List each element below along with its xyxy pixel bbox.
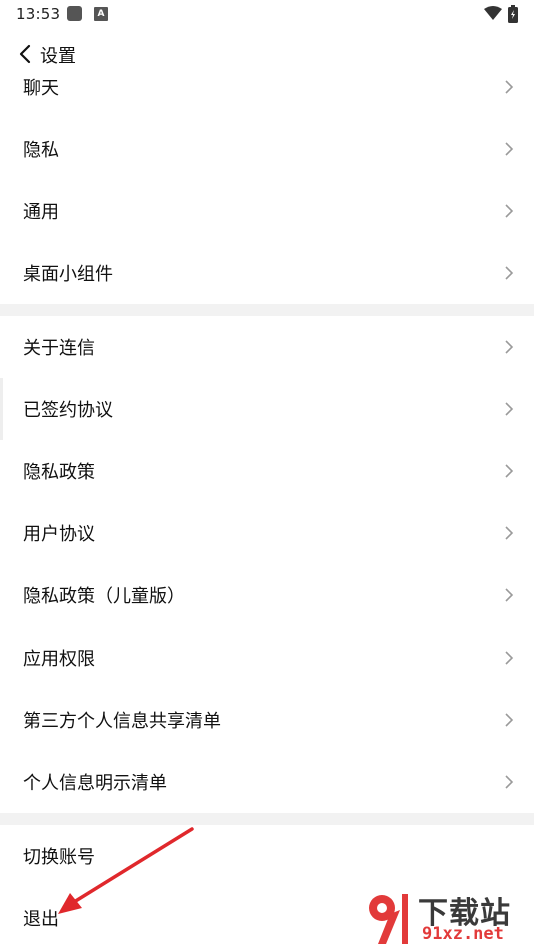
chevron-right-icon — [505, 775, 514, 789]
chevron-right-icon — [505, 142, 514, 156]
watermark-logo-icon — [369, 894, 408, 944]
settings-item-user-agreement[interactable]: 用户协议 — [0, 502, 534, 564]
chevron-right-icon — [505, 651, 514, 665]
chevron-right-icon — [505, 402, 514, 416]
settings-item-privacy-policy-children[interactable]: 隐私政策（儿童版） — [0, 564, 534, 626]
settings-item-label: 隐私 — [23, 140, 59, 161]
settings-item-label: 聊天 — [23, 78, 59, 99]
watermark-sub-text: 91xz.net — [422, 924, 504, 944]
switch-account-button[interactable]: 切换账号 — [0, 825, 534, 887]
settings-item-widgets[interactable]: 桌面小组件 — [0, 242, 534, 304]
settings-item-signed-agreements[interactable]: 已签约协议 — [0, 378, 534, 440]
settings-item-privacy[interactable]: 隐私 — [0, 118, 534, 180]
settings-item-privacy-policy[interactable]: 隐私政策 — [0, 440, 534, 502]
chevron-right-icon — [505, 713, 514, 727]
notification-app-icon — [67, 6, 82, 21]
settings-item-label: 应用权限 — [23, 649, 95, 670]
settings-item-about[interactable]: 关于连信 — [0, 316, 534, 378]
settings-item-third-party-sharing[interactable]: 第三方个人信息共享清单 — [0, 689, 534, 751]
section-divider — [0, 813, 534, 825]
status-time: 13:53 — [16, 5, 61, 23]
settings-item-label: 关于连信 — [23, 338, 95, 359]
wifi-icon — [484, 6, 502, 20]
settings-item-personal-info-list[interactable]: 个人信息明示清单 — [0, 751, 534, 813]
chevron-right-icon — [505, 204, 514, 218]
chevron-right-icon — [505, 526, 514, 540]
chevron-right-icon — [505, 80, 514, 94]
settings-item-label: 桌面小组件 — [23, 264, 113, 285]
switch-account-label: 切换账号 — [23, 847, 95, 868]
chevron-right-icon — [505, 464, 514, 478]
settings-item-label: 用户协议 — [23, 524, 95, 545]
battery-icon — [508, 5, 518, 23]
status-bar: 13:53 A — [0, 0, 534, 28]
settings-item-label: 已签约协议 — [23, 400, 113, 421]
chevron-right-icon — [505, 266, 514, 280]
settings-item-app-permissions[interactable]: 应用权限 — [0, 627, 534, 689]
settings-item-label: 个人信息明示清单 — [23, 773, 167, 794]
logout-label: 退出 — [23, 909, 59, 930]
settings-item-label: 第三方个人信息共享清单 — [23, 711, 221, 732]
settings-item-label: 隐私政策（儿童版） — [23, 586, 185, 607]
notification-a-icon: A — [94, 7, 108, 21]
site-watermark: 下载站 91xz.net — [360, 888, 530, 948]
section-divider — [0, 304, 534, 316]
settings-item-label: 通用 — [23, 202, 59, 223]
settings-item-label: 隐私政策 — [23, 462, 95, 483]
chevron-right-icon — [505, 588, 514, 602]
chevron-right-icon — [505, 340, 514, 354]
settings-item-general[interactable]: 通用 — [0, 180, 534, 242]
settings-item-chat[interactable]: 聊天 — [0, 56, 534, 118]
